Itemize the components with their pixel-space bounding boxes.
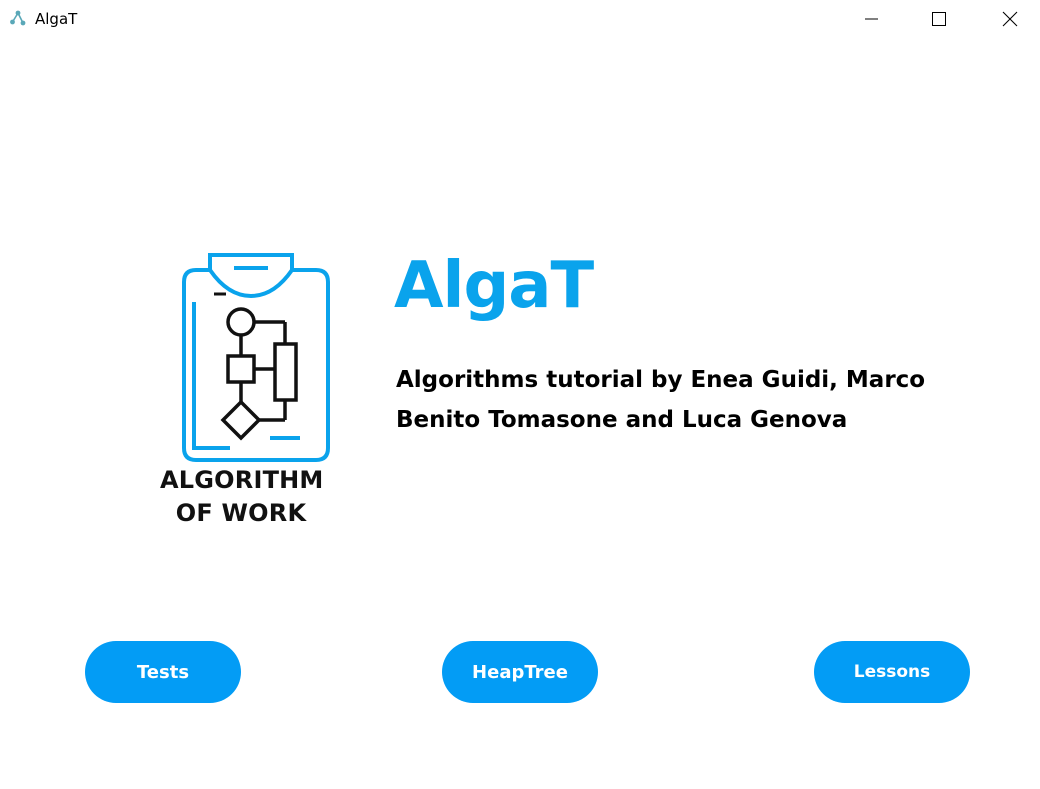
maximize-button[interactable] xyxy=(904,0,974,37)
logo-line-1: ALGORITHM xyxy=(160,466,324,494)
clipboard-flowchart-icon xyxy=(170,252,330,466)
algat-app-icon xyxy=(9,9,27,27)
subtitle-line-2: Benito Tomasone and Luca Genova xyxy=(396,407,848,433)
app-subtitle: Algorithms tutorial by Enea Guidi, Marco… xyxy=(396,360,956,440)
tests-button[interactable]: Tests xyxy=(85,641,241,703)
title-bar[interactable]: AlgaT xyxy=(0,0,1040,37)
subtitle-line-1: Algorithms tutorial by Enea Guidi, Marco xyxy=(396,367,926,393)
app-title: AlgaT xyxy=(394,249,594,323)
close-button[interactable] xyxy=(975,0,1040,37)
minimize-icon xyxy=(864,12,878,26)
close-icon xyxy=(1002,11,1018,27)
logo-caption: ALGORITHM OF WORK xyxy=(160,464,324,530)
maximize-icon xyxy=(931,11,947,27)
minimize-button[interactable] xyxy=(836,0,906,37)
heaptree-button[interactable]: HeapTree xyxy=(442,641,598,703)
logo-line-2: OF WORK xyxy=(175,499,307,527)
main-window: AlgaT ALGORITHM OF WORK AlgaT Algorithms… xyxy=(0,0,1040,789)
window-title: AlgaT xyxy=(35,10,78,28)
algorithm-of-work-logo: ALGORITHM OF WORK xyxy=(160,252,330,532)
lessons-button[interactable]: Lessons xyxy=(814,641,970,703)
